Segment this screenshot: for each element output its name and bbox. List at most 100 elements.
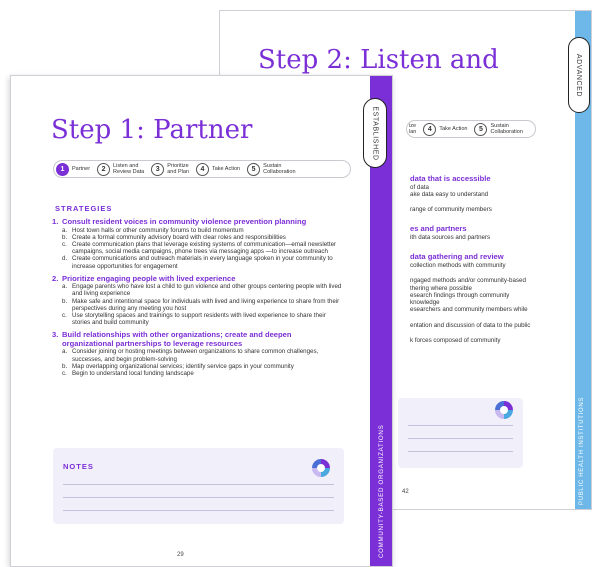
strategy-subitem: knowledge (410, 299, 440, 307)
step-1: 1 Partner (56, 162, 91, 176)
strategy-subitem: range of community members (410, 206, 492, 214)
strategies-heading: STRATEGIES (55, 204, 113, 213)
subitem-letter: b. (62, 233, 68, 241)
level-tab: ADVANCED (568, 37, 590, 113)
step-label: Prioritize and Plan (167, 163, 189, 175)
notes-box: NOTES (53, 448, 344, 524)
level-tab-label: ESTABLISHED (371, 105, 379, 161)
step-number: 4 (423, 122, 437, 136)
subitem-letter: a. (62, 283, 68, 291)
subitem-letter: b. (62, 362, 68, 370)
strategy-title: 3. Build relationships with other organiz… (52, 331, 344, 348)
front-page: Step 1: Partner 1 Partner 2 Listen and Revi… (10, 75, 393, 567)
subitem-letter: c. (62, 240, 67, 248)
step-label: Partner (72, 166, 91, 172)
step-number: 4 (195, 162, 209, 176)
strategy-subitem: ngaged methods and/or community-based (410, 277, 526, 285)
step-4: 4 Take Action (423, 122, 468, 136)
subitem-text: Begin to understand local funding landsc… (72, 370, 194, 378)
strategy-number: 2. (52, 273, 59, 283)
audience-label: COMMUNITY-BASED ORGANIZATIONS (378, 424, 385, 558)
strategy-title: data that is accessible (410, 174, 491, 183)
subitem-letter: a. (62, 348, 68, 356)
strategy-subitem: a. Engage parents who have lost a child t… (62, 283, 344, 297)
strategy-subitem: c. Use storytelling spaces and trainings … (62, 312, 344, 326)
strategy-item: 1. Consult resident voices in community v… (52, 217, 344, 270)
step-number: 5 (247, 162, 261, 176)
notes-title: NOTES (63, 462, 94, 471)
subitem-text: Map overlapping organizational services;… (72, 362, 294, 370)
strategy-title: es and partners (410, 224, 467, 234)
notes-line (63, 484, 334, 485)
level-tab-label: ADVANCED (575, 53, 583, 97)
page-number: 42 (402, 489, 409, 495)
strategy-subitem: c. Create communication plans that levera… (62, 241, 344, 255)
strategy-title: 2. Prioritize engaging people with lived … (52, 273, 344, 284)
step-number: 3 (151, 162, 165, 176)
subitem-text: Use storytelling spaces and trainings to… (72, 312, 326, 327)
strategy-item: 3. Build relationships with other organiz… (52, 331, 344, 377)
strategy-subitem: c. Begin to understand local funding land… (62, 370, 344, 377)
step-label: Sustain Collaboration (263, 163, 296, 175)
subitem-text: Engage parents who have lost a child to … (72, 283, 342, 298)
strategy-subitem: b. Make safe and intentional space for in… (62, 298, 344, 312)
notes-line (63, 497, 334, 498)
strategies-list: data that is accessible of data ake data e… (410, 171, 560, 344)
strategy-subitem: b. Create a formal community advisory boa… (62, 234, 344, 241)
subitem-letter: d. (62, 255, 68, 263)
strategy-number: 3. (52, 330, 59, 340)
logo-icon (312, 459, 330, 477)
step-partial: ize lan (409, 123, 416, 135)
audience-label: PUBLIC HEALTH INSTITUTIONS (579, 396, 585, 505)
subitem-letter: b. (62, 297, 68, 305)
subitem-letter: c. (62, 312, 67, 320)
subitem-letter: c. (62, 370, 67, 378)
strategy-subitem: a. Host town halls or other community for… (62, 227, 344, 234)
strategy-subitem: entation and discussion of data to the p… (410, 321, 531, 329)
strategy-subitem: ith data sources and partners (410, 234, 491, 242)
step-label: Sustain Collaboration (490, 123, 523, 135)
page-title: Step 2: Listen and (258, 45, 499, 75)
step-label: Take Action (439, 126, 468, 132)
step-label: ize lan (409, 123, 417, 135)
step-5: 5 Sustain Collaboration (247, 162, 296, 176)
logo-icon (495, 401, 513, 419)
strategy-subitem: thering where possible (410, 284, 472, 292)
step-number: 2 (97, 162, 111, 176)
page-number: 29 (177, 552, 184, 558)
level-tab: ESTABLISHED (363, 98, 387, 168)
notes-line (408, 438, 513, 439)
notes-box (398, 398, 523, 468)
step-2: 2 Listen and Review Data (97, 162, 145, 176)
step-progress-bar: ize lan 4 Take Action 5 Sustain Collaboratio… (406, 120, 536, 138)
strategies-list: 1. Consult resident voices in community v… (52, 217, 344, 382)
strategy-number: 1. (52, 217, 59, 226)
step-label: Listen and Review Data (113, 163, 145, 175)
strategy-subitem: b. Map overlapping organizational service… (62, 363, 344, 370)
subitem-text: Create a formal community advisory board… (72, 233, 286, 241)
notes-line (408, 451, 513, 452)
strategy-subitem: of data (410, 183, 429, 191)
step-label: Take Action (211, 166, 241, 172)
step-3: 3 Prioritize and Plan (151, 162, 189, 176)
strategy-title: 1. Consult resident voices in community v… (52, 217, 344, 227)
subitem-text: Host town halls or other community forum… (72, 226, 244, 234)
strategy-subitem: esearchers and community members while (410, 306, 528, 314)
page-title: Step 1: Partner (51, 115, 253, 145)
strategy-title-text: Consult resident voices in community vio… (62, 217, 307, 226)
strategy-title-text: Build relationships with other organizat… (62, 330, 292, 348)
notes-line (408, 425, 513, 426)
strategy-subitem: esearch findings through community (410, 291, 510, 299)
subitem-text: Create communications and outreach mater… (72, 255, 333, 270)
step-number: 5 (474, 122, 488, 136)
strategy-title: data gathering and review (410, 252, 504, 262)
strategy-subitem: ake data easy to understand (410, 190, 489, 198)
strategy-subitem: k forces composed of community (410, 337, 501, 345)
subitem-text: Create communication plans that leverage… (72, 240, 337, 256)
strategy-subitem: d. Create communications and outreach mat… (62, 255, 344, 269)
